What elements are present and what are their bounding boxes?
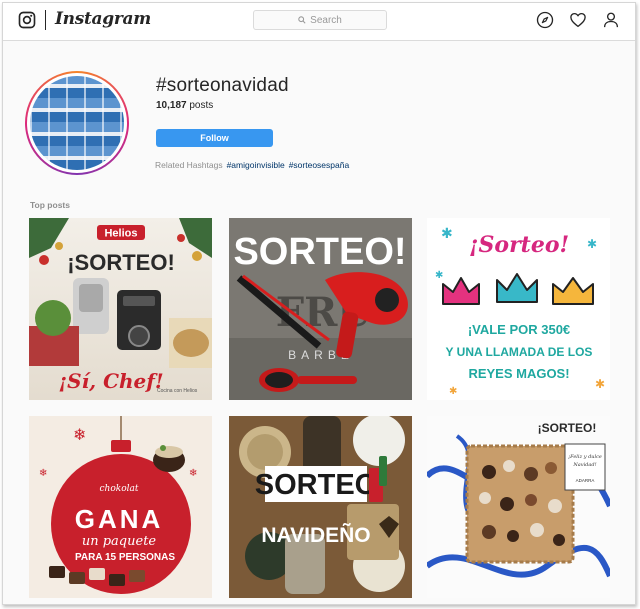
- search-icon: [298, 16, 306, 24]
- svg-text:❄: ❄: [73, 425, 86, 444]
- post-thumbnail[interactable]: SORTEO! FRU BARBE: [229, 218, 412, 400]
- post-slogan: ¡Sí, Chef!: [58, 369, 163, 393]
- post-count-value: 10,187: [156, 100, 187, 111]
- post-headline: SORTEO!: [233, 231, 406, 273]
- related-hashtags-label: Related Hashtags: [155, 160, 223, 170]
- related-hashtags: Related Hashtags #amigoinvisible #sorteo…: [155, 160, 349, 170]
- post-count-suffix: posts: [189, 100, 214, 111]
- post-card-line: ¡Feliz y dulce: [568, 454, 602, 460]
- compass-icon[interactable]: [536, 11, 554, 29]
- svg-text:✱: ✱: [587, 237, 597, 251]
- post-image: SORTEO! FRU BARBE: [229, 218, 412, 400]
- post-thumbnail[interactable]: ¡SORTEO! ¡Feliz y dulce Navidad! ADARRA: [427, 416, 610, 598]
- instagram-wordmark[interactable]: Instagram: [55, 9, 151, 29]
- svg-text:❄: ❄: [189, 468, 197, 479]
- heart-icon[interactable]: [569, 11, 587, 29]
- related-hashtag-link[interactable]: #amigoinvisible: [227, 160, 285, 170]
- post-brand: Helios: [104, 228, 137, 240]
- post-thumbnail[interactable]: ✱ ✱ ✱ ✱ ✱ ¡Sorteo! ¡VALE POR 350€ Y UNA …: [427, 218, 610, 400]
- post-headline: ¡SORTEO!: [67, 250, 175, 275]
- browser-frame: Instagram Search #sorteonavidad 10,187 p…: [2, 2, 636, 605]
- post-line: ¡VALE POR 350€: [468, 322, 570, 337]
- post-headline: ¡Sorteo!: [469, 232, 569, 258]
- top-navigation-bar: Instagram Search: [3, 3, 635, 41]
- svg-text:✱: ✱: [435, 270, 443, 281]
- page-title: #sorteonavidad: [156, 75, 289, 96]
- post-brand: chokolat: [100, 484, 139, 494]
- post-card-line: Navidad!: [572, 462, 596, 468]
- instagram-camera-icon[interactable]: [18, 11, 36, 29]
- search-input[interactable]: Search: [253, 10, 387, 30]
- svg-text:❄: ❄: [39, 468, 47, 479]
- related-hashtag-link[interactable]: #sorteosespaña: [289, 160, 350, 170]
- hashtag-avatar-image: [30, 76, 124, 170]
- post-card-brand: ADARRA: [576, 478, 595, 483]
- post-image: SORTEO NAVIDEÑO: [229, 416, 412, 598]
- top-posts-heading: Top posts: [30, 200, 70, 210]
- post-thumbnail[interactable]: SORTEO NAVIDEÑO: [229, 416, 412, 598]
- post-line: Y UNA LLAMADA DE LOS: [446, 345, 593, 359]
- logo-divider: [45, 10, 46, 30]
- user-icon[interactable]: [602, 11, 620, 29]
- post-image: ¡SORTEO! ¡Feliz y dulce Navidad! ADARRA: [427, 416, 610, 598]
- post-sub: NAVIDEÑO: [261, 524, 370, 547]
- hashtag-avatar: [25, 71, 129, 175]
- post-headline: ¡SORTEO!: [538, 421, 597, 435]
- post-tagline: Cocina con Helios: [157, 388, 198, 394]
- svg-text:✱: ✱: [595, 377, 605, 391]
- post-count: 10,187 posts: [156, 100, 213, 111]
- post-line: un paquete: [82, 534, 157, 549]
- post-image: ✱ ✱ ✱ ✱ ✱ ¡Sorteo! ¡VALE POR 350€ Y UNA …: [427, 218, 610, 400]
- post-thumbnail[interactable]: Helios ¡SORTEO! ¡Sí, Chef! Cocina con He…: [29, 218, 212, 400]
- post-line: PARA 15 PERSONAS: [75, 552, 175, 563]
- post-thumbnail[interactable]: ❄ ❄ ❄ chokolat GANA un paquete PARA 15 P…: [29, 416, 212, 598]
- post-line: REYES MAGOS!: [468, 366, 569, 381]
- post-headline: SORTEO: [255, 469, 377, 501]
- post-image: Helios ¡SORTEO! ¡Sí, Chef! Cocina con He…: [29, 218, 212, 400]
- search-placeholder: Search: [310, 14, 342, 26]
- svg-text:✱: ✱: [449, 386, 457, 397]
- follow-button[interactable]: Follow: [156, 129, 273, 147]
- svg-text:✱: ✱: [441, 226, 453, 242]
- post-image: ❄ ❄ ❄ chokolat GANA un paquete PARA 15 P…: [29, 416, 212, 598]
- post-headline: GANA: [75, 504, 164, 534]
